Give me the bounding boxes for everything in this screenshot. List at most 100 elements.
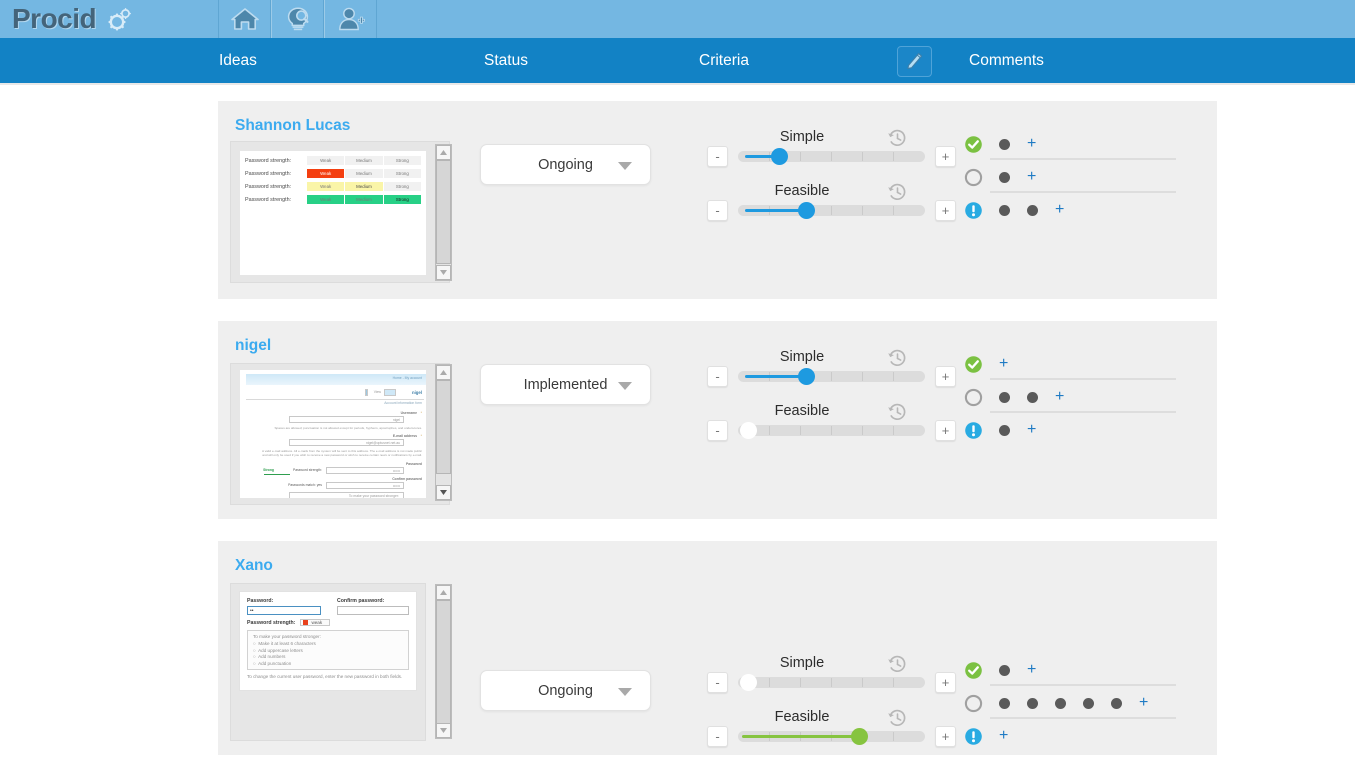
minus-label: - <box>715 675 720 690</box>
add-comment-button[interactable]: + <box>1027 662 1036 678</box>
criterion-slider[interactable] <box>738 728 925 745</box>
minus-label: - <box>715 203 720 218</box>
comment-dot[interactable] <box>999 664 1010 676</box>
comment-dot[interactable] <box>999 171 1010 183</box>
comment-dot[interactable] <box>999 138 1010 150</box>
add-comment-button[interactable]: + <box>1027 169 1036 185</box>
comment-row-neutral: + <box>964 690 1148 716</box>
criterion-increase-button[interactable]: + <box>935 146 956 167</box>
plus-label: + <box>941 675 950 690</box>
thumbnail-scrollbar[interactable] <box>435 584 452 739</box>
home-icon[interactable] <box>218 0 271 38</box>
idea-thumbnail[interactable]: Password: •• Confirm password: Password … <box>230 583 426 741</box>
add-comment-button[interactable]: + <box>1139 695 1148 711</box>
add-comment-button[interactable]: + <box>999 728 1008 744</box>
scroll-up-icon[interactable] <box>436 365 451 380</box>
alert-circle-icon[interactable] <box>964 727 983 746</box>
tab-ideas[interactable]: Ideas <box>219 38 257 83</box>
comment-dot[interactable] <box>1111 697 1122 709</box>
comment-dot[interactable] <box>1027 697 1038 709</box>
idea-thumbnail[interactable]: Password strength: Weak Medium Strong Pa… <box>230 141 450 283</box>
add-comment-button[interactable]: + <box>1027 422 1036 438</box>
status-dropdown[interactable]: Ongoing <box>480 144 651 185</box>
brand-logo[interactable]: Procid <box>0 0 218 38</box>
thumbnail-scrollbar[interactable] <box>435 144 452 281</box>
empty-circle-icon[interactable] <box>964 168 983 187</box>
comment-dot[interactable] <box>1027 391 1038 403</box>
add-comment-button[interactable]: + <box>1055 389 1064 405</box>
status-dropdown[interactable]: Ongoing <box>480 670 651 711</box>
criterion-increase-button[interactable]: + <box>935 726 956 747</box>
scrollbar-thumb[interactable] <box>436 380 451 474</box>
scrollbar-thumb[interactable] <box>436 160 451 264</box>
edit-criteria-button[interactable] <box>897 46 932 77</box>
chevron-down-icon <box>618 688 632 696</box>
status-dropdown[interactable]: Implemented <box>480 364 651 405</box>
check-circle-icon[interactable] <box>964 355 983 374</box>
preview-tip: Make it at least 6 characters <box>258 641 316 646</box>
criterion-decrease-button[interactable]: - <box>707 146 728 167</box>
idea-bulb-icon[interactable] <box>271 0 324 38</box>
idea-thumbnail[interactable]: Home - My account nigel View Account inf… <box>230 363 450 505</box>
alert-circle-icon[interactable] <box>964 421 983 440</box>
add-user-icon[interactable] <box>324 0 377 38</box>
header-icon-group <box>218 0 377 38</box>
ps-label: Password strength: <box>245 170 292 177</box>
comment-separator <box>990 717 1176 719</box>
criterion-increase-button[interactable]: + <box>935 366 956 387</box>
comment-dot[interactable] <box>999 697 1010 709</box>
tab-criteria[interactable]: Criteria <box>699 38 749 83</box>
scroll-down-icon[interactable] <box>436 723 451 738</box>
criterion-slider[interactable] <box>738 202 925 219</box>
add-comment-button[interactable]: + <box>1055 202 1064 218</box>
ps-seg: Strong <box>383 182 421 191</box>
slider-knob[interactable] <box>798 368 815 385</box>
criterion-increase-button[interactable]: + <box>935 672 956 693</box>
check-circle-icon[interactable] <box>964 135 983 154</box>
comment-dot[interactable] <box>999 424 1010 436</box>
slider-knob[interactable] <box>740 422 757 439</box>
ps-seg: Medium <box>345 182 384 191</box>
scrollbar-thumb[interactable] <box>436 600 451 725</box>
slider-knob[interactable] <box>798 202 815 219</box>
ps-seg: Strong <box>383 169 421 178</box>
criterion-decrease-button[interactable]: - <box>707 672 728 693</box>
criterion-increase-button[interactable]: + <box>935 420 956 441</box>
add-comment-button[interactable]: + <box>999 356 1008 372</box>
criterion-slider[interactable] <box>738 148 925 165</box>
criterion-decrease-button[interactable]: - <box>707 420 728 441</box>
empty-circle-icon[interactable] <box>964 388 983 407</box>
scroll-down-icon[interactable] <box>436 265 451 280</box>
slider-knob[interactable] <box>740 674 757 691</box>
criterion-slider[interactable] <box>738 674 925 691</box>
scroll-up-icon[interactable] <box>436 585 451 600</box>
check-circle-icon[interactable] <box>964 661 983 680</box>
criterion-increase-button[interactable]: + <box>935 200 956 221</box>
comment-dot[interactable] <box>1055 697 1066 709</box>
alert-circle-icon[interactable] <box>964 201 983 220</box>
slider-knob[interactable] <box>771 148 788 165</box>
empty-circle-icon[interactable] <box>964 694 983 713</box>
comment-row-accept: + <box>964 657 1036 683</box>
thumbnail-scrollbar[interactable] <box>435 364 452 501</box>
criterion-decrease-button[interactable]: - <box>707 200 728 221</box>
criterion-slider[interactable] <box>738 368 925 385</box>
comment-dot[interactable] <box>1027 204 1038 216</box>
comments-group: + + + <box>964 351 1204 471</box>
criterion-slider-row: - + <box>707 366 956 387</box>
add-comment-button[interactable]: + <box>1027 136 1036 152</box>
plus-label: + <box>941 203 950 218</box>
criterion-decrease-button[interactable]: - <box>707 366 728 387</box>
scroll-up-icon[interactable] <box>436 145 451 160</box>
scroll-down-icon[interactable] <box>436 485 451 500</box>
tab-comments[interactable]: Comments <box>969 38 1044 83</box>
password-form-preview: Password: •• Confirm password: Password … <box>240 592 416 690</box>
tab-status[interactable]: Status <box>484 38 528 83</box>
slider-knob[interactable] <box>851 728 868 745</box>
ps-seg: Weak <box>307 182 346 191</box>
comment-dot[interactable] <box>1083 697 1094 709</box>
criterion-decrease-button[interactable]: - <box>707 726 728 747</box>
criterion-slider[interactable] <box>738 422 925 439</box>
comment-dot[interactable] <box>999 204 1010 216</box>
comment-dot[interactable] <box>999 391 1010 403</box>
